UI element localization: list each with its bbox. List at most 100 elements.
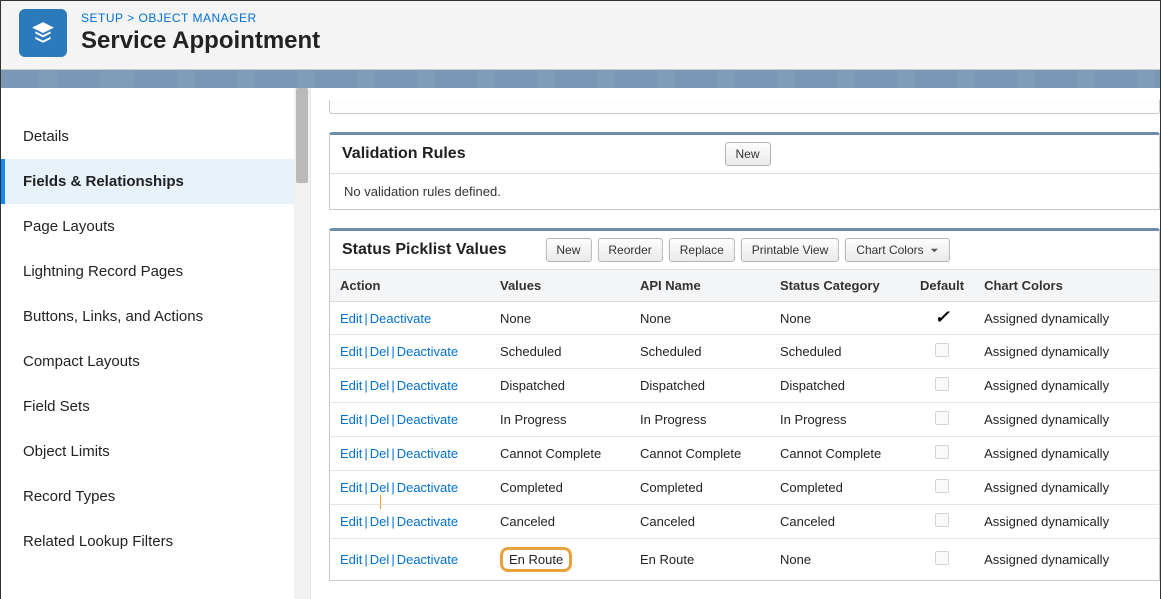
default-cell [910,403,974,437]
status-category-cell: Scheduled [770,335,910,369]
default-checkbox[interactable] [935,377,949,391]
edit-link[interactable]: Edit [340,412,362,427]
default-checkbox[interactable] [935,343,949,357]
decorative-band [1,70,1160,88]
object-icon [19,9,67,57]
default-checkbox[interactable] [935,411,949,425]
default-checkbox[interactable] [935,513,949,527]
status-category-cell: Dispatched [770,369,910,403]
deactivate-link[interactable]: Deactivate [397,344,458,359]
chart-colors-cell: Assigned dynamically [974,471,1159,505]
picklist-table: Action Values API Name Status Category D… [330,269,1159,580]
sidebar-item-lightning-record-pages[interactable]: Lightning Record Pages [1,249,310,294]
deactivate-link[interactable]: Deactivate [397,446,458,461]
value-cell: Scheduled [490,335,630,369]
table-row: Edit|Del|DeactivateCanceledCanceledCance… [330,505,1159,539]
default-cell [910,471,974,505]
status-picklist-panel: Status Picklist Values New Reorder Repla… [329,228,1160,581]
sidebar-scrollbar-thumb[interactable] [296,88,308,183]
del-link[interactable]: Del [370,344,390,359]
chart-colors-label: Chart Colors [856,243,923,257]
chart-colors-cell: Assigned dynamically [974,539,1159,581]
api-name-cell: In Progress [630,403,770,437]
del-link[interactable]: Del [370,378,390,393]
edit-link[interactable]: Edit [340,514,362,529]
value-cell: In Progress [490,403,630,437]
deactivate-link[interactable]: Deactivate [397,552,458,567]
highlighted-value: En Route [500,547,572,572]
edit-link[interactable]: Edit [340,446,362,461]
col-status-category: Status Category [770,270,910,302]
default-cell [910,437,974,471]
picklist-new-button[interactable]: New [545,238,591,262]
api-name-cell: En Route [630,539,770,581]
edit-link[interactable]: Edit [340,480,362,495]
value-cell: None [490,302,630,335]
del-link[interactable]: Del [370,480,390,495]
value-cell: Dispatched [490,369,630,403]
col-default: Default [910,270,974,302]
deactivate-link[interactable]: Deactivate [397,514,458,529]
action-cell: Edit|Del|Deactivate [330,471,490,505]
action-cell: Edit|Del|Deactivate [330,539,490,581]
picklist-chart-colors-button[interactable]: Chart Colors [845,238,949,262]
chart-colors-cell: Assigned dynamically [974,335,1159,369]
value-cell: Completed [490,471,630,505]
edit-link[interactable]: Edit [340,552,362,567]
deactivate-link[interactable]: Deactivate [370,311,431,326]
status-category-cell: None [770,539,910,581]
sidebar-scrollbar-track[interactable] [294,88,310,599]
del-link[interactable]: Del [370,514,390,529]
check-icon: ✓ [934,307,949,327]
validation-rules-panel: Validation Rules New No validation rules… [329,132,1160,210]
breadcrumb-object-manager[interactable]: OBJECT MANAGER [139,11,257,25]
edit-link[interactable]: Edit [340,344,362,359]
status-category-cell: Canceled [770,505,910,539]
sidebar-item-fields-relationships[interactable]: Fields & Relationships [1,159,310,204]
api-name-cell: Completed [630,471,770,505]
default-cell [910,505,974,539]
validation-new-button[interactable]: New [724,142,770,166]
sidebar-item-field-sets[interactable]: Field Sets [1,384,310,429]
table-row: Edit|Del|DeactivateCompletedCompletedCom… [330,471,1159,505]
default-cell [910,335,974,369]
value-cell: En Route [490,539,630,581]
page-title: Service Appointment [81,27,320,55]
col-values: Values [490,270,630,302]
sidebar: DetailsFields & RelationshipsPage Layout… [1,88,311,599]
sidebar-item-compact-layouts[interactable]: Compact Layouts [1,339,310,384]
picklist-reorder-button[interactable]: Reorder [597,238,662,262]
status-category-cell: Completed [770,471,910,505]
breadcrumb-setup[interactable]: SETUP [81,11,123,25]
del-link[interactable]: Del [370,412,390,427]
table-row: Edit|Del|DeactivateDispatchedDispatchedD… [330,369,1159,403]
picklist-printable-view-button[interactable]: Printable View [741,238,840,262]
edit-link[interactable]: Edit [340,311,362,326]
chart-colors-cell: Assigned dynamically [974,505,1159,539]
deactivate-link[interactable]: Deactivate [397,412,458,427]
edit-link[interactable]: Edit [340,378,362,393]
sidebar-item-related-lookup-filters[interactable]: Related Lookup Filters [1,519,310,564]
sidebar-item-page-layouts[interactable]: Page Layouts [1,204,310,249]
default-checkbox[interactable] [935,445,949,459]
default-checkbox[interactable] [935,551,949,565]
table-row: Edit|Del|DeactivateEn RouteEn RouteNoneA… [330,539,1159,581]
default-checkbox[interactable] [935,479,949,493]
breadcrumb: SETUP > OBJECT MANAGER [81,11,320,25]
chart-colors-cell: Assigned dynamically [974,403,1159,437]
status-category-cell: In Progress [770,403,910,437]
sidebar-item-buttons-links-and-actions[interactable]: Buttons, Links, and Actions [1,294,310,339]
sidebar-item-details[interactable]: Details [1,114,310,159]
picklist-replace-button[interactable]: Replace [669,238,735,262]
default-cell [910,369,974,403]
deactivate-link[interactable]: Deactivate [397,480,458,495]
deactivate-link[interactable]: Deactivate [397,378,458,393]
action-cell: Edit|Del|Deactivate [330,505,490,539]
del-link[interactable]: Del [370,446,390,461]
table-row: Edit|Del|DeactivateCannot CompleteCannot… [330,437,1159,471]
sidebar-item-object-limits[interactable]: Object Limits [1,429,310,474]
del-link[interactable]: Del [370,552,390,567]
api-name-cell: Dispatched [630,369,770,403]
prior-panel-footer [329,100,1160,114]
sidebar-item-record-types[interactable]: Record Types [1,474,310,519]
